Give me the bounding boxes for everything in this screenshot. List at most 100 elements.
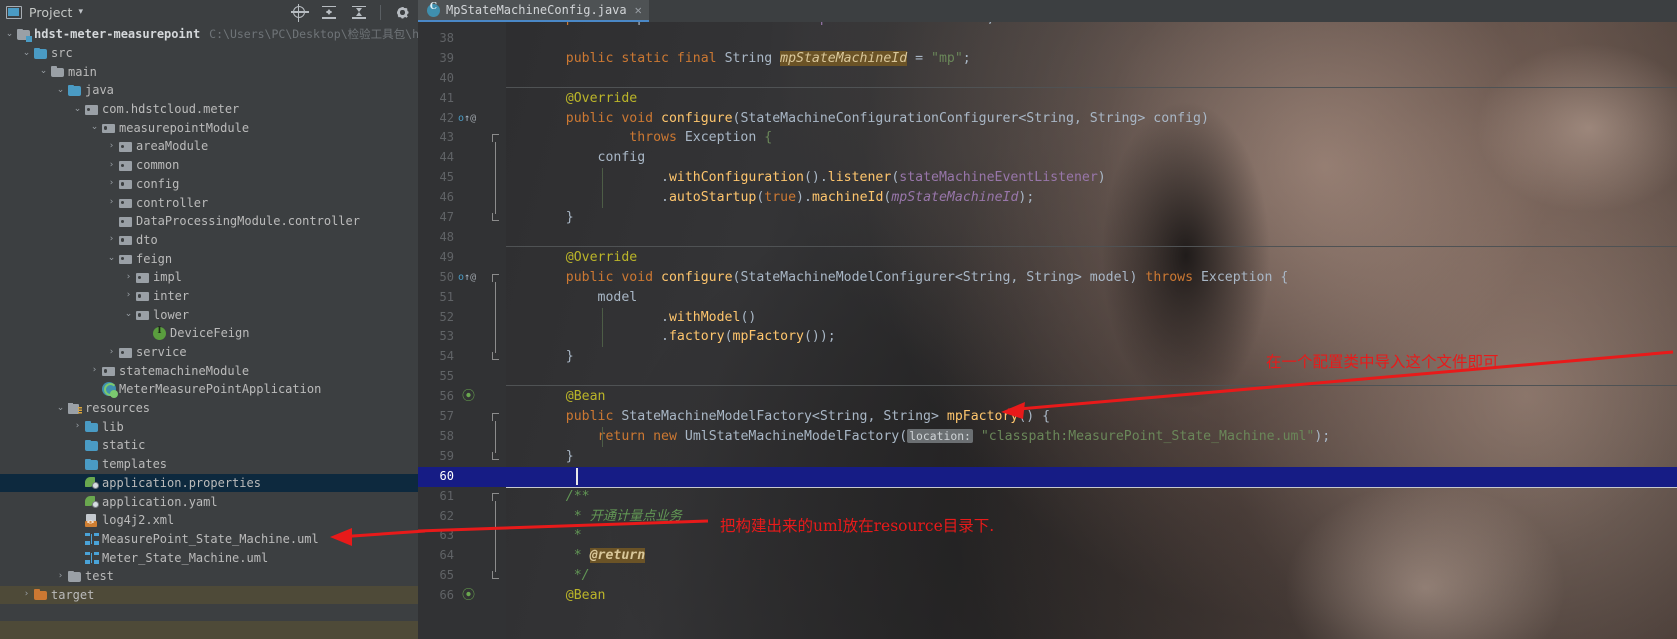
collapse-all-icon[interactable] [350, 4, 367, 21]
method-separator [506, 385, 1677, 387]
chevron-right-icon[interactable]: › [106, 235, 117, 244]
code-line-39[interactable]: public static final String mpStateMachin… [534, 49, 971, 69]
fold-region-end[interactable] [492, 451, 499, 460]
code-line-64[interactable]: * @return [534, 546, 646, 566]
chevron-right-icon[interactable]: › [106, 141, 117, 151]
tree-item-static[interactable]: static [0, 436, 418, 455]
code-line-45[interactable]: .withConfiguration().listener(stateMachi… [534, 168, 1106, 188]
code-line-54[interactable]: } [534, 347, 574, 367]
code-line-42[interactable]: public void configure(StateMachineConfig… [534, 109, 1209, 129]
tree-item-areamodule[interactable]: › areaModule [0, 137, 418, 156]
code-line-49[interactable]: @Override [534, 248, 637, 268]
chevron-down-icon[interactable]: ⌄ [55, 85, 66, 95]
code-line-47[interactable]: } [534, 208, 574, 228]
tree-item-impl[interactable]: › impl [0, 268, 418, 287]
locate-icon[interactable] [290, 4, 309, 22]
code-line-43[interactable]: throws Exception { [534, 128, 772, 148]
chevron-down-icon[interactable]: ▾ [78, 8, 83, 17]
settings-gear-icon[interactable] [394, 4, 411, 21]
chevron-right-icon[interactable]: › [72, 422, 83, 431]
fold-region-end[interactable] [492, 352, 499, 361]
chevron-right-icon[interactable]: › [106, 347, 117, 357]
chevron-down-icon[interactable]: ⌄ [89, 123, 100, 132]
expand-all-icon[interactable] [320, 4, 337, 21]
override-method-gutter-icon[interactable]: o↑@ [458, 268, 476, 288]
tree-item-java[interactable]: ⌄ java [0, 81, 418, 100]
code-line-41[interactable]: @Override [534, 89, 637, 109]
tree-item-metermeasurepointapplication[interactable]: MeterMeasurePointApplication [0, 380, 418, 399]
chevron-down-icon[interactable]: ⌄ [21, 48, 32, 58]
tree-item-target[interactable]: › target [0, 585, 418, 605]
tree-item-test[interactable]: › test [0, 567, 418, 586]
folder-icon [85, 421, 98, 433]
chevron-right-icon[interactable]: › [106, 198, 117, 207]
tree-item-application-properties[interactable]: application.properties [0, 473, 418, 493]
code-line-61[interactable]: /** [534, 487, 590, 507]
chevron-down-icon[interactable]: ⌄ [38, 67, 49, 76]
code-line-46[interactable]: .autoStartup(true).machineId(mpStateMach… [534, 188, 1034, 208]
tree-item-resources[interactable]: ⌄ resources [0, 399, 418, 418]
fold-region-end[interactable] [492, 213, 499, 221]
code-line-53[interactable]: .factory(mpFactory()); [534, 327, 836, 347]
line-number: 40 [439, 70, 454, 85]
chevron-right-icon[interactable]: › [21, 590, 32, 599]
folder-icon [85, 439, 98, 451]
tree-item-dto[interactable]: › dto [0, 231, 418, 250]
code-line-63[interactable]: * [534, 526, 582, 546]
tree-item-feign[interactable]: ⌄ feign [0, 249, 418, 268]
fold-region-start[interactable] [492, 134, 499, 143]
override-method-gutter-icon[interactable]: o↑@ [458, 109, 476, 129]
chevron-right-icon[interactable]: › [106, 160, 117, 170]
fold-region-start[interactable] [492, 492, 499, 501]
spring-bean-gutter-icon[interactable]: ⦿ [462, 387, 475, 407]
tree-item-devicefeign[interactable]: DeviceFeign [0, 324, 418, 343]
chevron-down-icon[interactable]: ⌄ [123, 310, 134, 319]
chevron-down-icon[interactable]: ⌄ [72, 104, 83, 114]
chevron-down-icon[interactable]: ⌄ [106, 254, 117, 263]
fold-region-start[interactable] [492, 273, 499, 282]
code-editor[interactable]: 373839404142o↑@4344454647484950o↑@515253… [418, 11, 1677, 639]
tree-item-lib[interactable]: › lib [0, 417, 418, 436]
code-line-59[interactable]: } [534, 447, 574, 467]
tree-item-statemachinemodule[interactable]: › statemachineModule [0, 361, 418, 380]
code-line-57[interactable]: public StateMachineModelFactory<String, … [534, 407, 1050, 427]
tree-item-main[interactable]: ⌄ main [0, 62, 418, 81]
tree-item-templates[interactable]: templates [0, 455, 418, 474]
tree-item-measurepointmodule[interactable]: ⌄ measurepointModule [0, 118, 418, 137]
tree-item-common[interactable]: › common [0, 156, 418, 175]
fold-region-end[interactable] [492, 571, 499, 580]
code-line-56[interactable]: @Bean [534, 387, 606, 407]
tree-item-inter[interactable]: › inter [0, 287, 418, 306]
code-content[interactable]: private MpStateMachineBizInter mpStateMa… [506, 11, 1677, 639]
chevron-right-icon[interactable]: › [89, 366, 100, 375]
code-line-52[interactable]: .withModel() [534, 308, 756, 328]
chevron-right-icon[interactable]: › [123, 291, 134, 300]
code-line-62[interactable]: * 开通计量点业务 [534, 507, 682, 527]
chevron-right-icon[interactable]: › [106, 179, 117, 188]
chevron-right-icon[interactable]: › [123, 272, 134, 282]
tree-item-dataprocessingmodule-controller[interactable]: DataProcessingModule.controller [0, 212, 418, 231]
chevron-right-icon[interactable]: › [55, 571, 66, 581]
tree-item-src[interactable]: ⌄ src [0, 44, 418, 63]
tree-item-com-hdstcloud-meter[interactable]: ⌄ com.hdstcloud.meter [0, 100, 418, 119]
tab-mpstatemachineconfig[interactable]: MpStateMachineConfig.java ✕ [418, 0, 649, 22]
spring-bean-gutter-icon[interactable]: ⦿ [462, 586, 475, 606]
tree-item-hdst-meter-measurepoint[interactable]: ⌄ hdst-meter-measurepoint C:\Users\PC\Desk… [0, 25, 418, 44]
code-line-44[interactable]: config [534, 148, 646, 168]
tree-item-controller[interactable]: › controller [0, 193, 418, 212]
close-icon[interactable]: ✕ [635, 4, 642, 16]
code-line-66[interactable]: @Bean [534, 586, 606, 606]
tree-item-lower[interactable]: ⌄ lower [0, 305, 418, 324]
chevron-down-icon[interactable]: ⌄ [55, 403, 66, 413]
tree-item-config[interactable]: › config [0, 175, 418, 194]
tree-item-label: DataProcessingModule.controller [136, 214, 360, 229]
fold-region-start[interactable] [492, 413, 499, 421]
code-line-50[interactable]: public void configure(StateMachineModelC… [534, 268, 1289, 288]
code-line-58[interactable]: return new UmlStateMachineModelFactory(l… [534, 427, 1330, 447]
code-line-65[interactable]: */ [534, 566, 590, 586]
tree-item-service[interactable]: › service [0, 343, 418, 362]
tree-item-application-yaml[interactable]: application.yaml [0, 492, 418, 511]
code-folding-gutter[interactable] [488, 22, 506, 639]
code-line-51[interactable]: model [534, 288, 638, 308]
chevron-down-icon[interactable]: ⌄ [4, 29, 15, 39]
